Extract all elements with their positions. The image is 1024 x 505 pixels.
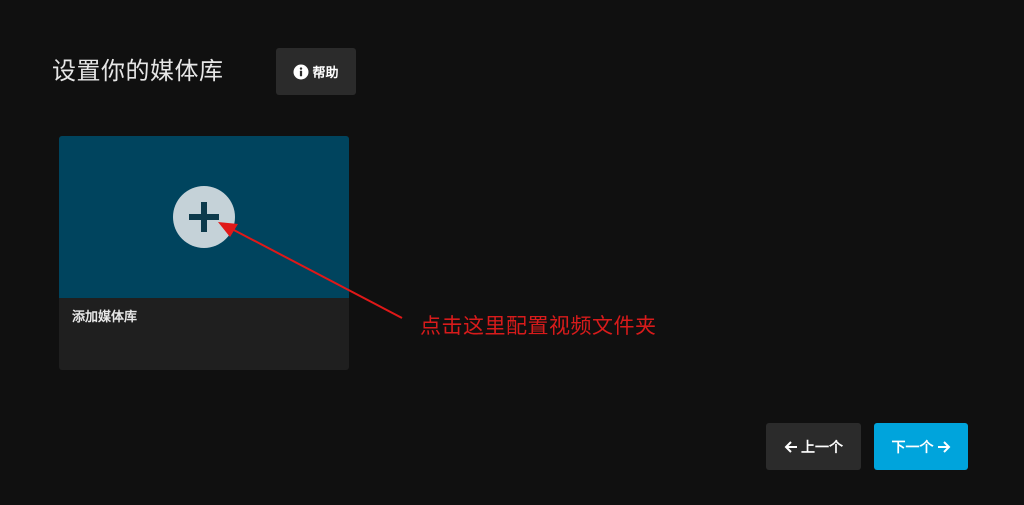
card-image[interactable]: [59, 136, 349, 298]
prev-button[interactable]: 上一个: [766, 423, 861, 470]
help-button-label: 帮助: [312, 66, 339, 81]
arrow-right-icon: [937, 440, 951, 454]
next-button-label: 下一个: [891, 439, 934, 456]
plus-icon: [189, 202, 219, 232]
arrow-left-icon: [784, 440, 798, 454]
info-icon: [293, 64, 309, 80]
next-button[interactable]: 下一个: [874, 423, 968, 470]
page-title: 设置你的媒体库: [52, 57, 224, 85]
setup-library-page: 设置你的媒体库 帮助 添加媒体库 点击这里配置视频文件夹 上一个 下一个: [0, 0, 1024, 505]
help-button[interactable]: 帮助: [276, 48, 356, 95]
prev-button-label: 上一个: [801, 439, 843, 456]
annotation-text: 点击这里配置视频文件夹: [420, 314, 657, 338]
card-label: 添加媒体库: [72, 310, 138, 325]
add-library-button[interactable]: [173, 186, 235, 248]
add-library-card[interactable]: 添加媒体库: [59, 136, 349, 370]
